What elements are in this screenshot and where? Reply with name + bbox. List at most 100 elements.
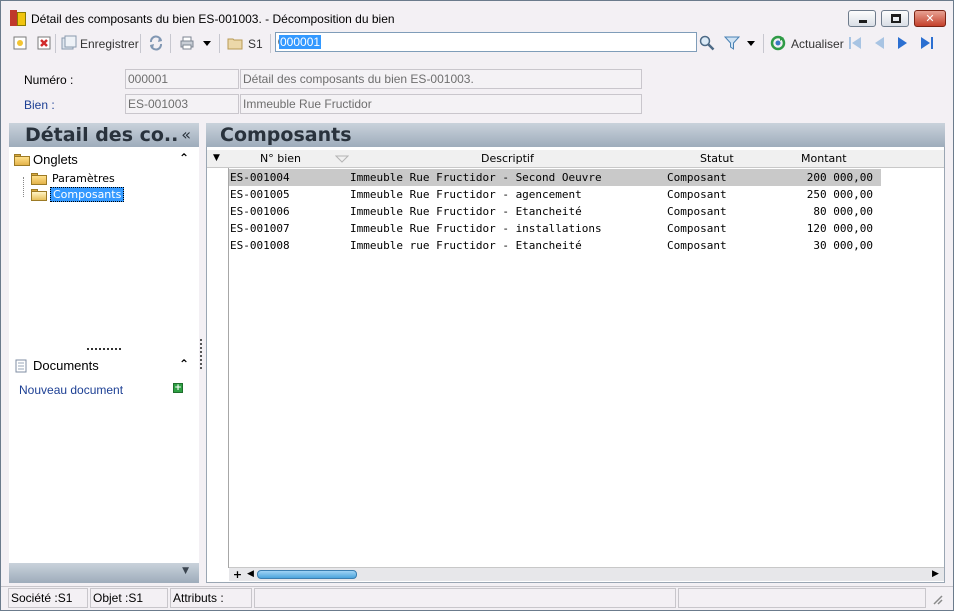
filter-dropdown-icon[interactable] xyxy=(746,35,756,51)
save-icon[interactable] xyxy=(61,35,77,51)
toolbar-separator xyxy=(219,34,220,53)
add-row-icon[interactable]: + xyxy=(232,569,243,580)
numero-label: Numéro : xyxy=(24,73,74,87)
app-icon xyxy=(10,10,26,26)
maximize-icon xyxy=(891,14,901,23)
grid-header: ▼ N° bien Descriptif Statut Montant xyxy=(207,150,944,168)
column-header-montant[interactable]: Montant xyxy=(801,152,847,165)
cell-descriptif: Immeuble Rue Fructidor - Second Oeuvre xyxy=(350,171,602,184)
resize-grip-icon[interactable] xyxy=(931,593,943,605)
status-extra xyxy=(678,588,926,608)
left-panel-footer: ▼ xyxy=(9,563,199,583)
last-record-icon[interactable] xyxy=(919,35,935,51)
first-record-icon[interactable] xyxy=(847,35,863,51)
column-chooser-icon[interactable]: ▼ xyxy=(213,153,220,163)
delete-icon[interactable] xyxy=(36,35,52,51)
next-record-icon[interactable] xyxy=(895,35,911,51)
cell-statut: Composant xyxy=(667,188,727,201)
tree-line xyxy=(23,177,24,197)
filter-icon[interactable] xyxy=(724,35,740,51)
column-header-statut[interactable]: Statut xyxy=(700,152,734,165)
close-button[interactable]: ✕ xyxy=(914,10,946,27)
search-field[interactable]: 000001 xyxy=(275,32,697,52)
app-window: Détail des composants du bien ES-001003.… xyxy=(0,0,954,611)
refresh-icon[interactable] xyxy=(770,35,786,51)
table-row[interactable]: ES-001006 Immeuble Rue Fructidor - Etanc… xyxy=(229,203,881,220)
tree-item-parametres[interactable]: Paramètres xyxy=(52,172,115,185)
minimize-icon xyxy=(859,20,867,23)
refresh-button[interactable]: Actualiser xyxy=(791,37,844,51)
cell-statut: Composant xyxy=(667,239,727,252)
cell-statut: Composant xyxy=(667,222,727,235)
new-document-link[interactable]: Nouveau document xyxy=(19,383,123,397)
toolbar: Enregistrer S1 000001 Actualiser xyxy=(7,31,949,55)
search-input[interactable] xyxy=(278,34,692,50)
table-row[interactable]: ES-001004 Immeuble Rue Fructidor - Secon… xyxy=(229,169,881,186)
scroll-right-icon[interactable]: ▶ xyxy=(930,569,941,580)
minimize-button[interactable] xyxy=(848,10,876,27)
folder-icon[interactable] xyxy=(227,35,243,51)
folder-icon xyxy=(31,173,47,185)
cell-n-bien: ES-001007 xyxy=(230,222,290,235)
components-panel-title: Composants xyxy=(220,124,352,146)
expand-down-icon[interactable]: ▼ xyxy=(182,566,189,576)
column-header-n-bien[interactable]: N° bien xyxy=(260,152,301,165)
components-panel-header: Composants xyxy=(206,123,945,147)
toolbar-separator xyxy=(170,34,171,53)
toolbar-separator xyxy=(55,34,56,53)
add-document-icon[interactable]: + xyxy=(173,383,183,393)
title-bar: Détail des composants du bien ES-001003.… xyxy=(1,1,953,31)
numero-description-field[interactable]: Détail des composants du bien ES-001003. xyxy=(240,69,642,89)
cell-montant: 30 000,00 xyxy=(813,239,873,252)
scroll-left-icon[interactable]: ◀ xyxy=(245,569,256,580)
chevron-up-icon[interactable]: ⌃ xyxy=(179,357,189,371)
cell-statut: Composant xyxy=(667,205,727,218)
bien-field[interactable]: ES-001003 xyxy=(125,94,239,114)
status-objet: Objet :S1 xyxy=(90,588,168,608)
window-title: Détail des composants du bien ES-001003.… xyxy=(31,12,395,26)
cell-descriptif: Immeuble Rue Fructidor - agencement xyxy=(350,188,582,201)
cell-n-bien: ES-001004 xyxy=(230,171,290,184)
left-panel: Détail des co.. « Onglets ⌃ Paramètres C… xyxy=(9,123,199,583)
section-splitter[interactable] xyxy=(87,348,121,350)
document-icon xyxy=(15,359,27,373)
tree-item-composants[interactable]: Composants xyxy=(50,187,125,202)
table-row[interactable]: ES-001008 Immeuble rue Fructidor - Etanc… xyxy=(229,237,881,254)
sync-icon[interactable] xyxy=(148,35,164,51)
magnifier-icon[interactable] xyxy=(699,35,715,51)
toolbar-separator xyxy=(270,34,271,53)
documents-section-header[interactable]: Documents ⌃ xyxy=(9,355,199,377)
scrollbar-thumb[interactable] xyxy=(257,570,357,579)
sort-icon[interactable] xyxy=(335,155,349,163)
status-societe: Société :S1 xyxy=(8,588,88,608)
cell-montant: 250 000,00 xyxy=(806,188,873,201)
folder-icon xyxy=(14,154,30,166)
bien-description-field[interactable]: Immeuble Rue Fructidor xyxy=(240,94,642,114)
chevron-down-icon[interactable] xyxy=(202,35,212,51)
save-button[interactable]: Enregistrer xyxy=(80,37,139,51)
grid-row-gutter xyxy=(207,168,229,568)
onglets-label: Onglets xyxy=(33,152,78,167)
panel-splitter[interactable] xyxy=(200,339,202,369)
status-attributs: Attributs : xyxy=(170,588,252,608)
cell-n-bien: ES-001006 xyxy=(230,205,290,218)
chevron-up-icon[interactable]: ⌃ xyxy=(179,151,189,165)
bien-label[interactable]: Bien : xyxy=(24,98,55,112)
collapse-panel-icon[interactable]: « xyxy=(181,125,191,144)
new-icon[interactable] xyxy=(12,35,28,51)
numero-field[interactable]: 000001 xyxy=(125,69,239,89)
column-header-descriptif[interactable]: Descriptif xyxy=(481,152,534,165)
close-icon: ✕ xyxy=(925,12,935,25)
table-row[interactable]: ES-001007 Immeuble Rue Fructidor - insta… xyxy=(229,220,881,237)
print-icon[interactable] xyxy=(179,35,195,51)
maximize-button[interactable] xyxy=(881,10,909,27)
components-panel: Composants ▼ N° bien Descriptif Statut M… xyxy=(206,123,945,583)
previous-record-icon[interactable] xyxy=(871,35,887,51)
cell-n-bien: ES-001008 xyxy=(230,239,290,252)
documents-label: Documents xyxy=(33,358,99,373)
cell-descriptif: Immeuble rue Fructidor - Etancheité xyxy=(350,239,582,252)
onglets-section-header[interactable]: Onglets ⌃ xyxy=(9,149,199,171)
table-row[interactable]: ES-001005 Immeuble Rue Fructidor - agenc… xyxy=(229,186,881,203)
horizontal-scrollbar[interactable]: + ◀ ▶ xyxy=(229,567,944,581)
cell-montant: 200 000,00 xyxy=(806,171,873,184)
